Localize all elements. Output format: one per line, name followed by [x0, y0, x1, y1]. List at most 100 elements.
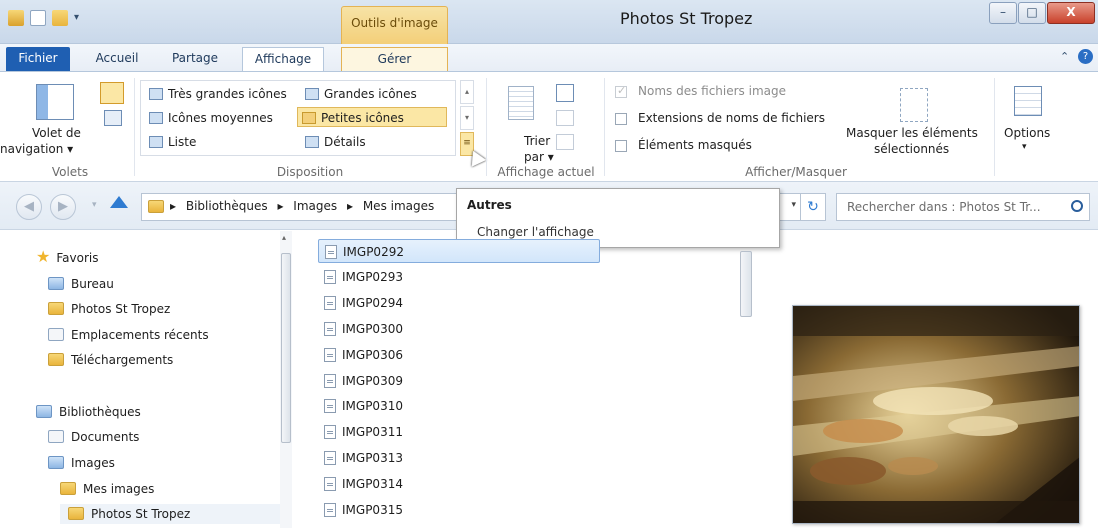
- tab-accueil[interactable]: Accueil: [86, 47, 148, 71]
- nav-photos-st-tropez-sub[interactable]: Photos St Tropez: [60, 504, 280, 524]
- scroll-up-arrow-icon[interactable]: ▴: [282, 233, 286, 242]
- details-pane-icon[interactable]: [104, 110, 122, 126]
- tab-gerer[interactable]: Gérer: [341, 47, 448, 71]
- properties-icon[interactable]: [30, 10, 46, 26]
- minimize-ribbon-icon[interactable]: ⌃: [1060, 50, 1069, 63]
- file-item[interactable]: IMGP0292: [318, 239, 600, 263]
- search-input[interactable]: Rechercher dans : Photos St Tr...: [836, 193, 1090, 221]
- file-item[interactable]: IMGP0313: [318, 446, 403, 470]
- layout-icones-moyennes[interactable]: Icônes moyennes: [145, 108, 273, 128]
- nav-bibliotheques[interactable]: Bibliothèques: [36, 402, 141, 422]
- nav-documents[interactable]: Documents: [48, 427, 139, 447]
- image-file-icon: [325, 245, 337, 259]
- file-item[interactable]: IMGP0315: [318, 498, 403, 522]
- up-arrow-icon[interactable]: [110, 196, 128, 208]
- layout-petites-icones[interactable]: Petites icônes: [297, 107, 447, 127]
- hidden-items-checkbox[interactable]: [615, 140, 627, 152]
- tooltip-title: Autres: [467, 198, 512, 212]
- file-scrollbar[interactable]: [740, 251, 752, 317]
- medium-icons-icon: [149, 112, 163, 124]
- nav-label: Bibliothèques: [59, 405, 141, 419]
- preview-pane-icon[interactable]: [100, 82, 124, 104]
- extensions-label: Extensions de noms de fichiers: [638, 111, 825, 125]
- close-button[interactable]: X: [1047, 2, 1095, 24]
- breadcrumb-item[interactable]: Mes images: [363, 199, 434, 213]
- file-name: IMGP0309: [342, 373, 403, 388]
- address-dropdown-icon[interactable]: ▾: [791, 200, 796, 210]
- back-button[interactable]: ◀: [16, 194, 42, 220]
- extensions-checkbox[interactable]: [615, 113, 627, 125]
- breadcrumb-sep: ▸: [346, 199, 353, 213]
- minimize-button[interactable]: –: [989, 2, 1017, 24]
- file-item[interactable]: IMGP0306: [318, 343, 403, 367]
- layout-details[interactable]: Détails: [301, 132, 366, 152]
- image-file-icon: [324, 451, 336, 466]
- options-button[interactable]: Options ▾: [1000, 80, 1060, 164]
- file-name: IMGP0313: [342, 451, 403, 466]
- image-preview: [792, 305, 1080, 524]
- file-name: IMGP0311: [342, 425, 403, 440]
- file-item[interactable]: IMGP0293: [318, 265, 403, 289]
- scrollbar-thumb[interactable]: [281, 253, 291, 443]
- layout-liste[interactable]: Liste: [145, 132, 196, 152]
- file-item[interactable]: IMGP0309: [318, 369, 403, 393]
- group-separator: [134, 78, 135, 176]
- nav-bureau[interactable]: Bureau: [48, 274, 114, 294]
- nav-pane-button[interactable]: Volet de navigation ▾: [0, 78, 86, 158]
- tab-partage[interactable]: Partage: [164, 47, 226, 71]
- file-name: IMGP0294: [342, 295, 403, 310]
- nav-scrollbar[interactable]: ▴: [280, 231, 292, 528]
- help-icon[interactable]: ?: [1078, 49, 1093, 64]
- nav-mes-images[interactable]: Mes images: [60, 479, 154, 499]
- hide-selected-button[interactable]: Masquer les éléments sélectionnés: [840, 80, 990, 164]
- customize-toolbar-icon[interactable]: ▾: [74, 12, 84, 28]
- group-separator: [486, 78, 487, 176]
- file-item[interactable]: IMGP0300: [318, 317, 403, 341]
- tab-fichier[interactable]: Fichier: [6, 47, 70, 71]
- nav-telechargements[interactable]: Téléchargements: [48, 350, 173, 370]
- nav-favoris[interactable]: ★ Favoris: [36, 247, 98, 267]
- gallery-scroll-up[interactable]: ▴: [460, 80, 474, 104]
- layout-tres-grandes-icones[interactable]: Très grandes icônes: [145, 84, 287, 104]
- nav-emplacements-recents[interactable]: Emplacements récents: [48, 325, 209, 345]
- search-icon[interactable]: [1071, 200, 1083, 212]
- libraries-icon: [36, 405, 52, 418]
- nav-pane-label-2: navigation ▾: [0, 142, 74, 156]
- file-name: IMGP0300: [342, 321, 403, 336]
- breadcrumb-item[interactable]: Bibliothèques: [186, 199, 268, 213]
- new-folder-icon[interactable]: [52, 10, 68, 26]
- maximize-button[interactable]: □: [1018, 2, 1046, 24]
- layout-label: Très grandes icônes: [168, 87, 287, 101]
- hidden-items-label: Éléments masqués: [638, 138, 752, 152]
- refresh-button[interactable]: ↻: [800, 193, 826, 221]
- group-label-afficher-masquer: Afficher/Masquer: [745, 165, 847, 179]
- nav-photos-st-tropez[interactable]: Photos St Tropez: [48, 299, 170, 319]
- folder-icon: [60, 482, 76, 495]
- file-name: IMGP0310: [342, 399, 403, 414]
- group-by-icon[interactable]: [556, 84, 574, 102]
- file-item[interactable]: IMGP0310: [318, 394, 403, 418]
- image-file-icon: [324, 425, 336, 440]
- ribbon-tabs: Fichier Accueil Partage Affichage Gérer …: [0, 44, 1098, 71]
- file-item[interactable]: IMGP0314: [318, 472, 403, 496]
- sort-by-button[interactable]: Trier par ▾: [500, 80, 554, 164]
- nav-images[interactable]: Images: [48, 453, 115, 473]
- image-file-icon: [324, 295, 336, 310]
- images-library-icon: [48, 456, 64, 469]
- layout-label: Détails: [324, 135, 366, 149]
- explorer-icon[interactable]: [8, 10, 24, 26]
- context-tab-group-header: Outils d'image: [341, 6, 448, 44]
- recent-locations-icon[interactable]: ▾: [92, 200, 97, 210]
- gallery-scroll-down[interactable]: ▾: [460, 106, 474, 130]
- image-file-icon: [324, 347, 336, 362]
- breadcrumb: ▸ Bibliothèques ▸ Images ▸ Mes images: [170, 199, 440, 213]
- layout-label: Grandes icônes: [324, 87, 417, 101]
- tooltip-body: Changer l'affichage: [477, 225, 594, 239]
- file-item[interactable]: IMGP0294: [318, 291, 403, 315]
- layout-grandes-icones[interactable]: Grandes icônes: [301, 84, 417, 104]
- tab-affichage[interactable]: Affichage: [242, 47, 324, 71]
- large-icons-icon: [305, 88, 319, 100]
- file-item[interactable]: IMGP0311: [318, 420, 403, 444]
- breadcrumb-item[interactable]: Images: [293, 199, 337, 213]
- forward-button[interactable]: ▶: [50, 194, 76, 220]
